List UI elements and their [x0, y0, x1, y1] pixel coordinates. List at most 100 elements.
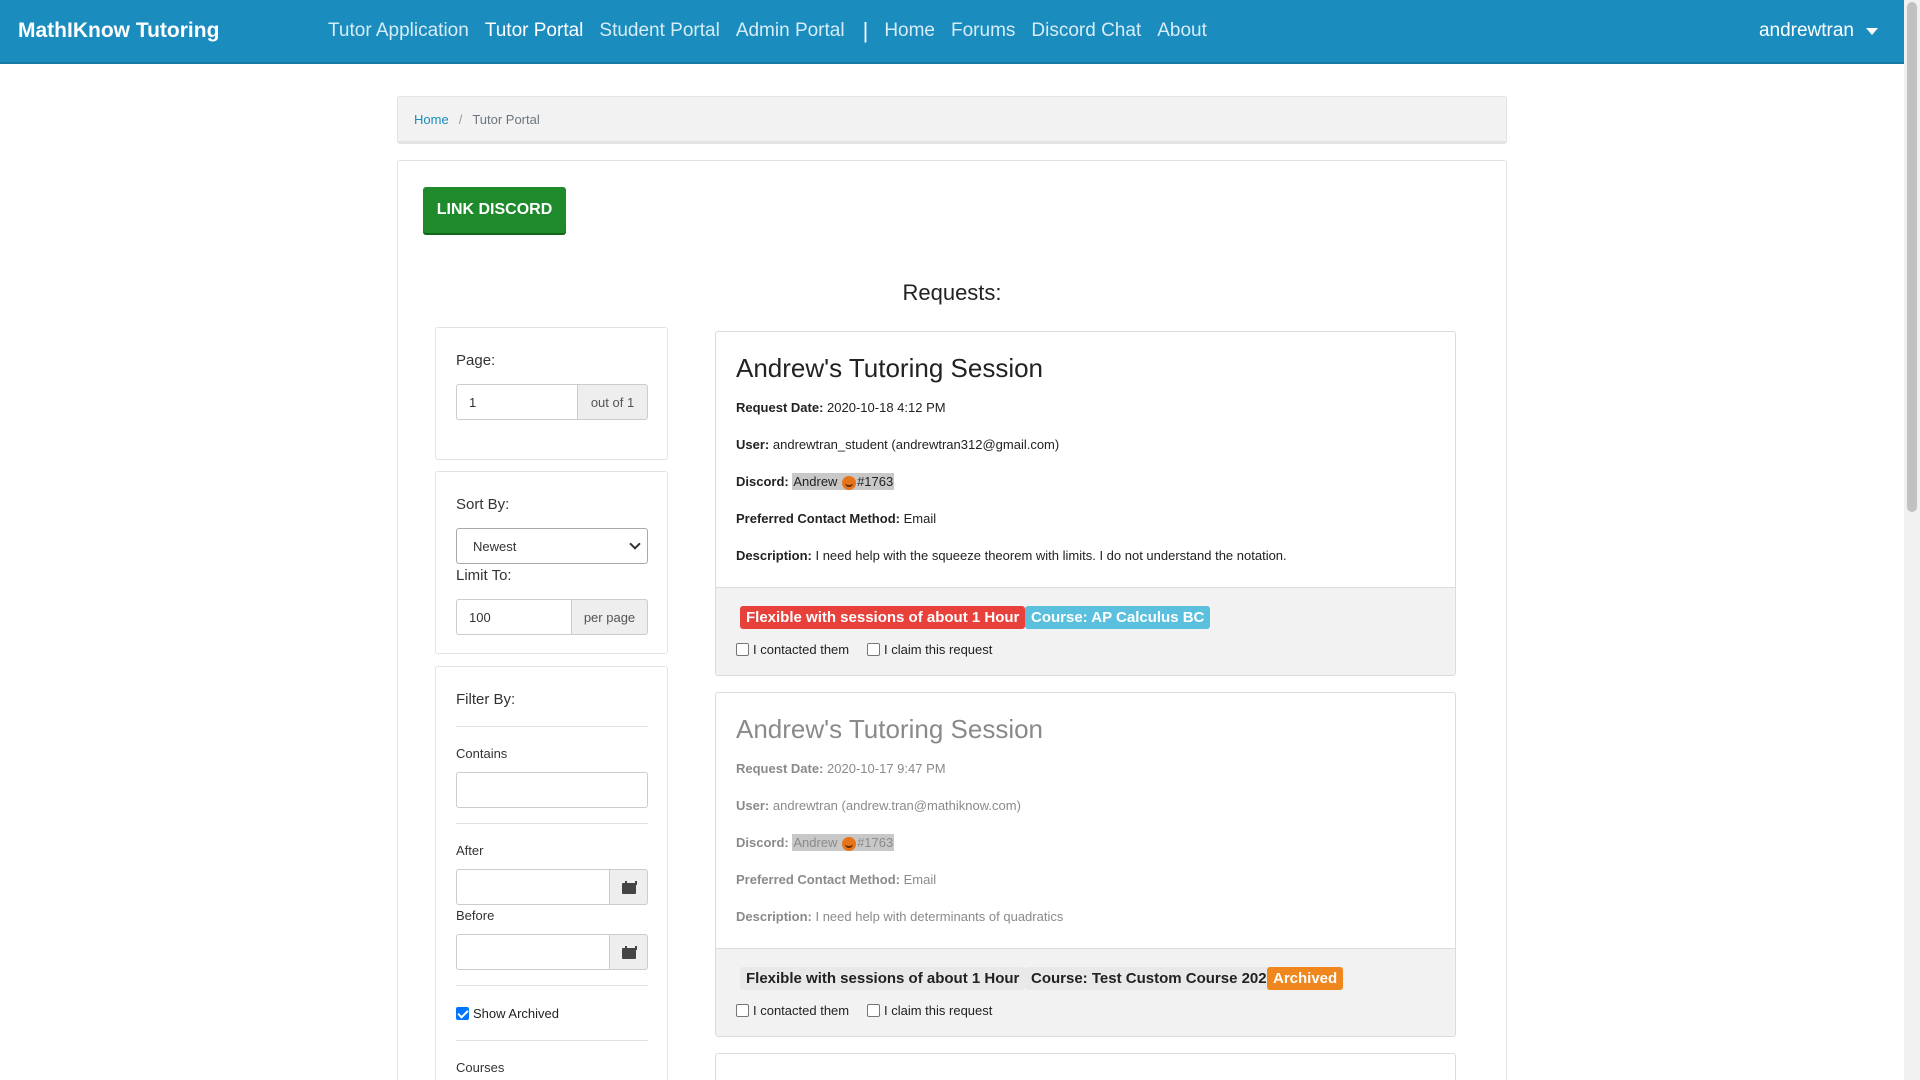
nav-link-admin-portal[interactable]: Admin Portal [736, 20, 845, 42]
nav-link-student-portal[interactable]: Student Portal [599, 20, 719, 42]
brand-logo[interactable]: MathIKnow Tutoring [18, 19, 328, 43]
sort-select-value: Newest [473, 538, 517, 554]
request-date-label: Request Date: [736, 761, 824, 776]
page-input[interactable]: 1 [456, 384, 577, 420]
before-date-input[interactable] [456, 934, 609, 970]
contains-input[interactable] [456, 772, 648, 808]
contacted-row: I contacted them [736, 1003, 849, 1018]
calendar-icon [621, 945, 637, 959]
top-navbar: MathIKnow Tutoring Tutor Application Tut… [0, 0, 1904, 64]
page-input-group: 1 out of 1 [456, 384, 648, 420]
claim-row: I claim this request [867, 642, 992, 657]
request-contact-value: Email [903, 872, 937, 887]
request-discord-label: Discord: [736, 835, 789, 850]
claim-checkbox[interactable] [867, 643, 880, 656]
request-discord: Discord: Andrew #1763 [736, 473, 895, 490]
after-date-group [456, 869, 648, 905]
limit-input[interactable]: 100 [456, 599, 571, 635]
request-date: Request Date: 2020-10-18 4:12 PM [736, 400, 946, 415]
request-contact: Preferred Contact Method: Email [736, 872, 936, 887]
before-label: Before [456, 908, 495, 923]
show-archived-row: Show Archived [456, 1006, 559, 1021]
nav-link-forums[interactable]: Forums [951, 20, 1015, 42]
discord-name: Andrew [793, 835, 838, 850]
after-calendar-button[interactable] [609, 869, 648, 905]
filter-divider [456, 823, 648, 824]
request-contact: Preferred Contact Method: Email [736, 511, 936, 526]
request-title: Andrew's Tutoring Session [736, 714, 1044, 744]
page-total-addon: out of 1 [577, 384, 648, 420]
discord-handle: Andrew #1763 [792, 834, 895, 851]
sort-select[interactable]: Newest [456, 528, 648, 564]
pumpkin-emoji-icon [842, 475, 857, 490]
contacted-checkbox[interactable] [736, 643, 749, 656]
before-date-group [456, 934, 648, 970]
filter-panel: Filter By: Contains After Before Show Ar… [435, 666, 668, 1080]
request-user-label: User: [736, 437, 770, 452]
nav-link-discord-chat[interactable]: Discord Chat [1031, 20, 1141, 42]
nav-links: Tutor Application Tutor Portal Student P… [328, 18, 1223, 44]
nav-link-home[interactable]: Home [884, 20, 935, 42]
show-archived-checkbox[interactable] [456, 1007, 469, 1020]
request-description-label: Description: [736, 909, 812, 924]
user-name: andrewtran [1758, 20, 1854, 41]
claim-label: I claim this request [884, 642, 993, 657]
claim-row: I claim this request [867, 1003, 992, 1018]
request-contact-label: Preferred Contact Method: [736, 511, 900, 526]
request-title: Andrew's Tutoring Session [736, 353, 1044, 383]
nav-link-about[interactable]: About [1157, 20, 1207, 42]
scrollbar-thumb[interactable] [1907, 2, 1917, 512]
after-date-input[interactable] [456, 869, 609, 905]
claim-label: I claim this request [884, 1003, 993, 1018]
sort-label: Sort By: [456, 496, 510, 513]
request-user-value: andrewtran_student (andrewtran312@gmail.… [772, 437, 1060, 452]
filter-divider [456, 726, 648, 727]
link-discord-button[interactable]: LINK DISCORD [423, 187, 566, 233]
calendar-icon [621, 880, 637, 894]
limit-label: Limit To: [456, 567, 512, 584]
course-badge: Course: Test Custom Course 202 [1025, 967, 1273, 990]
nav-separator: | [862, 18, 869, 43]
contacted-label: I contacted them [753, 1003, 850, 1018]
discord-handle: Andrew #1763 [792, 473, 895, 490]
breadcrumb-home-link[interactable]: Home [414, 112, 449, 127]
after-label: After [456, 843, 484, 858]
request-card [715, 1053, 1456, 1080]
user-dropdown[interactable]: andrewtran [1759, 0, 1878, 62]
course-badge: Course: AP Calculus BC [1025, 606, 1211, 629]
page-scrollbar[interactable] [1904, 0, 1920, 1080]
request-user: User: andrewtran (andrew.tran@mathiknow.… [736, 798, 1021, 813]
request-date-label: Request Date: [736, 400, 824, 415]
request-description-value: I need help with determinants of quadrat… [815, 909, 1064, 924]
breadcrumb: Home / Tutor Portal [397, 96, 1507, 144]
nav-link-tutor-portal[interactable]: Tutor Portal [485, 20, 584, 42]
chevron-down-icon [629, 538, 641, 550]
page-label: Page: [456, 352, 496, 369]
request-date: Request Date: 2020-10-17 9:47 PM [736, 761, 946, 776]
pumpkin-emoji-icon [842, 836, 857, 851]
request-date-value: 2020-10-17 9:47 PM [827, 761, 946, 776]
nav-link-tutor-application[interactable]: Tutor Application [328, 20, 469, 42]
courses-label: Courses [456, 1060, 505, 1075]
request-description: Description: I need help with the squeez… [736, 548, 1287, 563]
claim-checkbox[interactable] [867, 1004, 880, 1017]
discord-tag: #1763 [857, 474, 894, 489]
breadcrumb-current: Tutor Portal [472, 111, 540, 127]
contains-label: Contains [456, 746, 508, 761]
contacted-checkbox[interactable] [736, 1004, 749, 1017]
request-user-value: andrewtran (andrew.tran@mathiknow.com) [772, 798, 1021, 813]
discord-tag: #1763 [857, 835, 894, 850]
requests-heading: Requests: [902, 280, 1002, 305]
discord-name: Andrew [793, 474, 838, 489]
request-discord: Discord: Andrew #1763 [736, 834, 895, 851]
pagination-panel: Page: 1 out of 1 [435, 327, 668, 460]
duration-badge: Flexible with sessions of about 1 Hour [740, 606, 1026, 629]
filter-divider [456, 1040, 648, 1041]
before-calendar-button[interactable] [609, 934, 648, 970]
request-description: Description: I need help with determinan… [736, 909, 1063, 924]
request-discord-label: Discord: [736, 474, 789, 489]
filter-label: Filter By: [456, 691, 516, 708]
request-user: User: andrewtran_student (andrewtran312@… [736, 437, 1059, 452]
request-card: Andrew's Tutoring Session Request Date: … [715, 692, 1456, 1037]
limit-input-group: 100 per page [456, 599, 648, 635]
